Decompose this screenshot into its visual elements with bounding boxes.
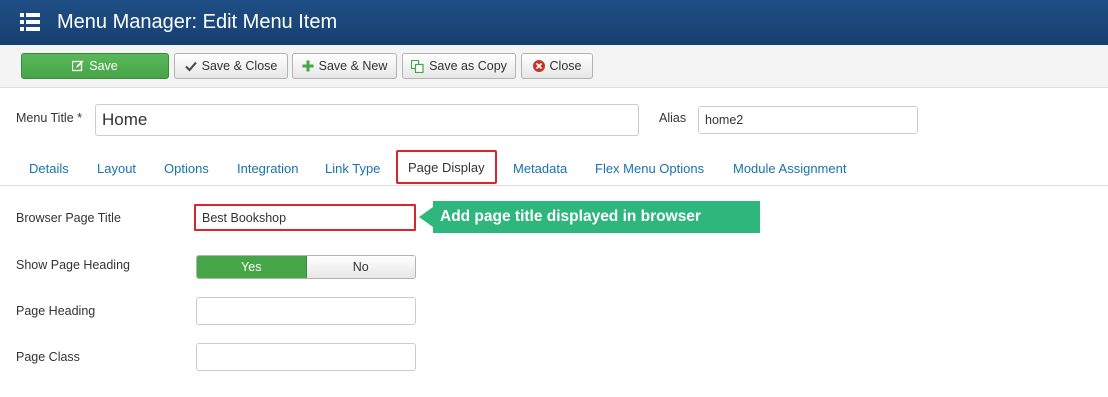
- tab-module-assignment[interactable]: Module Assignment: [733, 151, 846, 186]
- annotation-text: Add page title displayed in browser: [440, 208, 701, 225]
- tab-options[interactable]: Options: [164, 151, 209, 186]
- edit-icon: [72, 60, 84, 72]
- save-copy-label: Save as Copy: [429, 59, 507, 73]
- tab-page-display[interactable]: Page Display: [396, 150, 497, 184]
- browser-page-title-label: Browser Page Title: [16, 211, 121, 225]
- menu-title-input[interactable]: Home: [95, 104, 639, 136]
- yes-option[interactable]: Yes: [197, 256, 307, 278]
- show-page-heading-label: Show Page Heading: [16, 258, 130, 272]
- save-close-button[interactable]: Save & Close: [174, 53, 288, 79]
- toolbar: Save Save & Close Save & New Save as Cop…: [0, 45, 1108, 88]
- save-button[interactable]: Save: [21, 53, 169, 79]
- menu-title-value: Home: [102, 110, 148, 129]
- check-icon: [184, 61, 197, 72]
- page-heading-input[interactable]: [196, 297, 416, 325]
- app-header: Menu Manager: Edit Menu Item: [0, 0, 1108, 45]
- save-label: Save: [89, 59, 118, 73]
- alias-value: home2: [705, 113, 744, 127]
- page-class-label: Page Class: [16, 350, 80, 364]
- tab-flex-menu-options[interactable]: Flex Menu Options: [595, 151, 704, 186]
- callout-arrow: [419, 207, 433, 227]
- close-button[interactable]: Close: [521, 53, 593, 79]
- save-new-label: Save & New: [318, 59, 388, 73]
- plus-icon: [302, 60, 314, 72]
- tab-layout[interactable]: Layout: [97, 151, 136, 186]
- save-copy-button[interactable]: Save as Copy: [402, 53, 516, 79]
- list-icon: [20, 13, 40, 31]
- browser-page-title-value: Best Bookshop: [202, 210, 287, 225]
- menu-title-label: Menu Title *: [16, 111, 83, 125]
- annotation-callout: Add page title displayed in browser: [433, 201, 760, 233]
- save-new-button[interactable]: Save & New: [292, 53, 397, 79]
- page-title: Menu Manager: Edit Menu Item: [57, 11, 338, 33]
- close-label: Close: [549, 59, 582, 73]
- close-icon: [532, 60, 545, 72]
- save-close-label: Save & Close: [201, 59, 278, 73]
- tab-link-type[interactable]: Link Type: [325, 151, 380, 186]
- page-class-input[interactable]: [196, 343, 416, 371]
- tab-integration[interactable]: Integration: [237, 151, 298, 186]
- alias-input[interactable]: home2: [698, 106, 918, 134]
- tab-details[interactable]: Details: [29, 151, 69, 186]
- tab-metadata[interactable]: Metadata: [513, 151, 567, 186]
- alias-label: Alias: [659, 111, 687, 125]
- no-option[interactable]: No: [306, 256, 415, 278]
- page-heading-label: Page Heading: [16, 304, 96, 318]
- browser-page-title-input[interactable]: Best Bookshop: [194, 204, 416, 231]
- show-page-heading-toggle: Yes No: [196, 255, 416, 279]
- copy-icon: [411, 59, 424, 73]
- tab-bar: Details Layout Options Integration Link …: [0, 150, 1108, 186]
